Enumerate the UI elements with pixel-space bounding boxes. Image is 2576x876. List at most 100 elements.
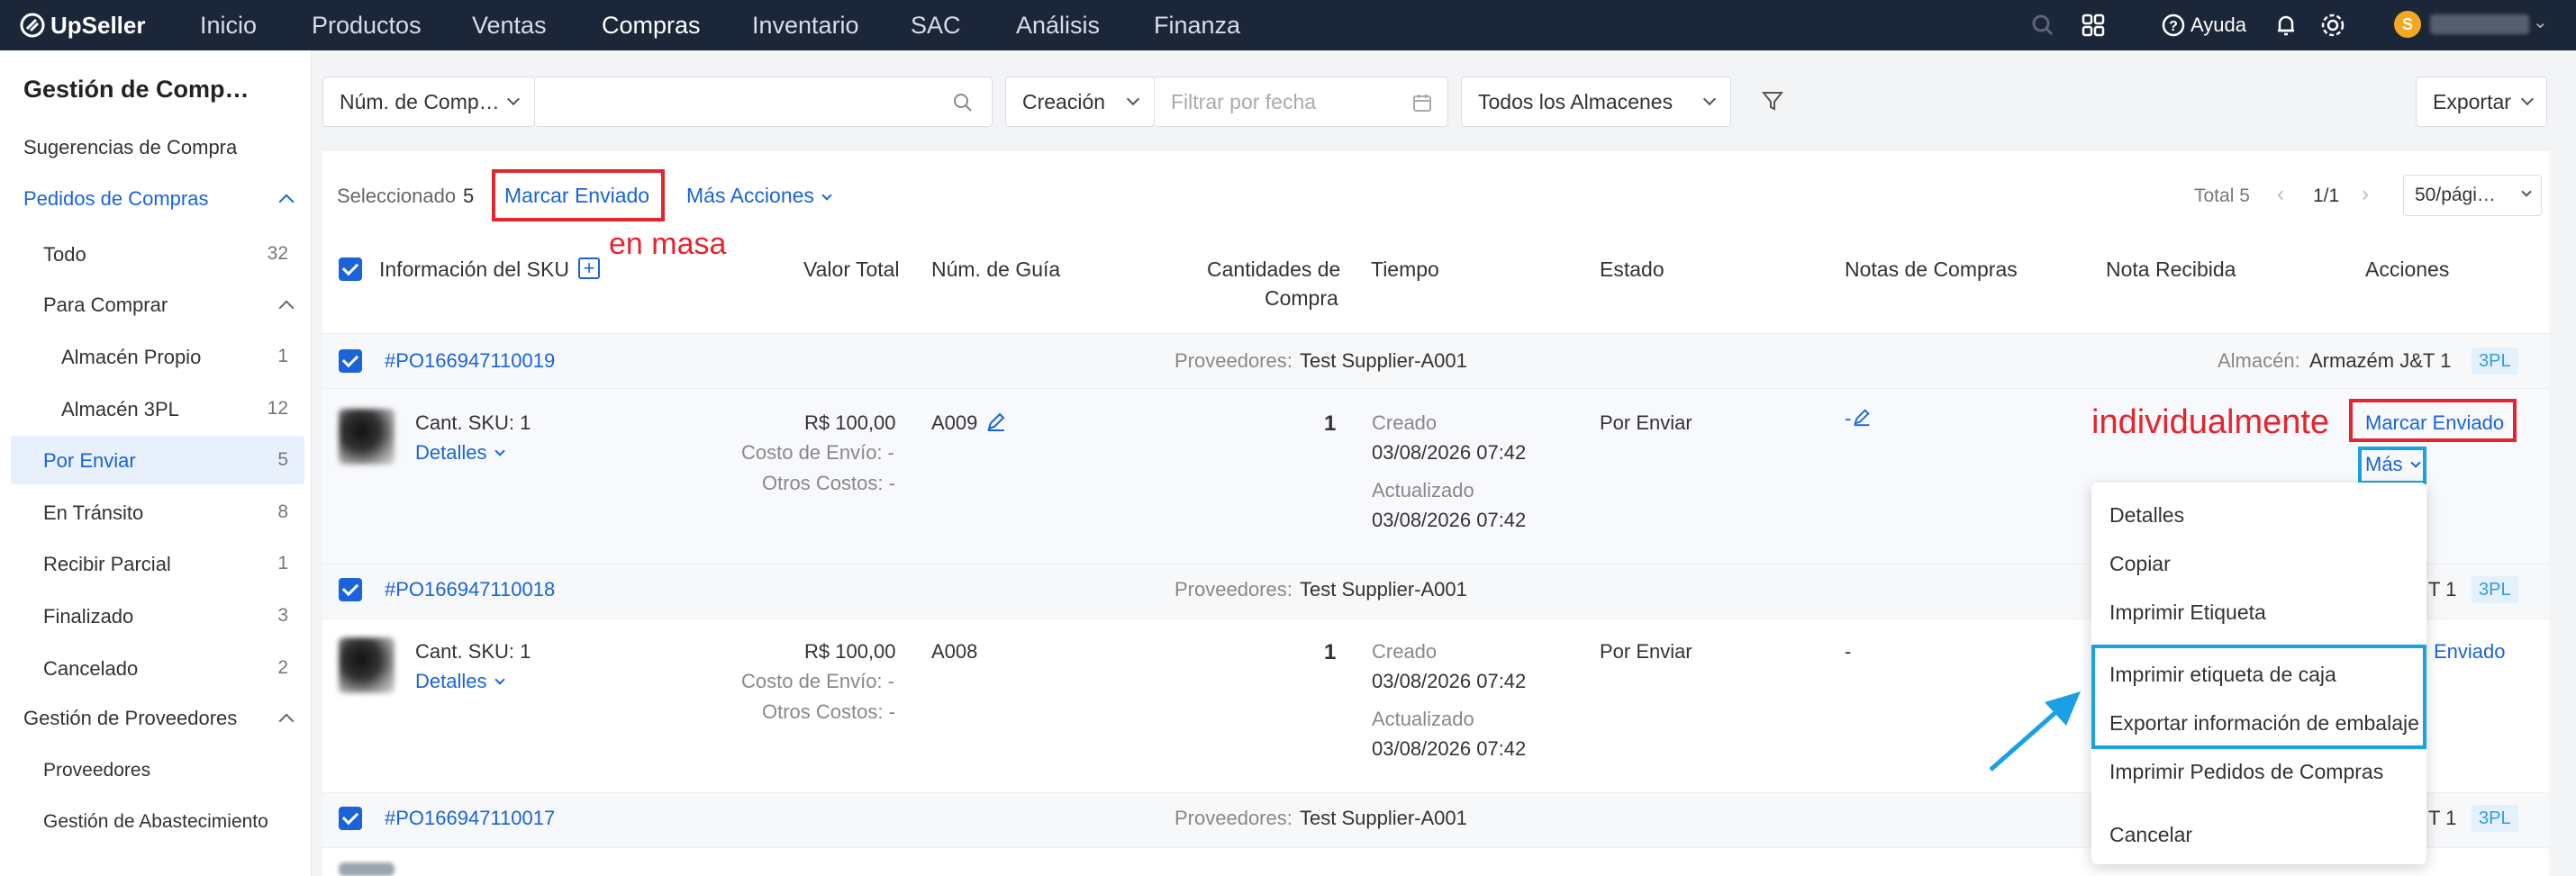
- purchase-qty: 1: [1324, 411, 1337, 436]
- blurred-search-icon[interactable]: [2028, 11, 2057, 40]
- upseller-logo-icon: [20, 13, 45, 38]
- selected-count: 5: [463, 185, 475, 207]
- sidebar-item-label: Cancelado: [43, 657, 139, 680]
- sidebar-item-recibir-parcial[interactable]: Recibir Parcial 1: [43, 553, 288, 576]
- row-checkbox[interactable]: [339, 807, 362, 830]
- tracking-number: A009: [931, 411, 978, 434]
- sidebar-item-sugerencias[interactable]: Sugerencias de Compra: [23, 136, 237, 159]
- page-size-select[interactable]: 50/pági…: [2403, 175, 2542, 216]
- sidebar-item-para-comprar[interactable]: Para Comprar: [43, 294, 168, 317]
- export-button[interactable]: Exportar: [2416, 77, 2547, 127]
- search-type-select[interactable]: Núm. de Comp…: [322, 77, 535, 127]
- updated-date: 03/08/2026 07:42: [1372, 737, 1527, 760]
- sidebar-group-pedidos[interactable]: Pedidos de Compras: [23, 187, 208, 211]
- edit-notes-icon[interactable]: [1852, 407, 1872, 427]
- order-id-link[interactable]: #PO166947110017: [385, 807, 555, 830]
- supplier-name: Test Supplier-A001: [1300, 578, 1467, 601]
- nav-compras[interactable]: Compras: [602, 0, 701, 50]
- row-checkbox[interactable]: [339, 578, 362, 601]
- created-date: 03/08/2026 07:42: [1372, 441, 1527, 464]
- sidebar-item-count: 32: [267, 243, 288, 264]
- total-value: R$ 100,00: [804, 411, 896, 434]
- sidebar-item-almacen-3pl[interactable]: Almacén 3PL 12: [61, 398, 288, 421]
- menu-item-detalles[interactable]: Detalles: [2109, 503, 2184, 528]
- expand-all-icon[interactable]: +: [578, 257, 600, 279]
- select-all-checkbox[interactable]: [339, 257, 362, 281]
- gear-icon[interactable]: [2318, 11, 2347, 40]
- menu-highlight-box: [2091, 645, 2426, 749]
- supplier-name: Test Supplier-A001: [1300, 807, 1467, 829]
- mark-sent-link[interactable]: Enviado: [2434, 640, 2506, 664]
- updated-label: Actualizado: [1372, 479, 1474, 501]
- search-input[interactable]: [535, 77, 993, 127]
- nav-analisis[interactable]: Análisis: [1016, 0, 1100, 50]
- updated-label: Actualizado: [1372, 708, 1474, 730]
- menu-item-cancelar[interactable]: Cancelar: [2109, 823, 2192, 847]
- apps-grid-icon[interactable]: [2079, 11, 2108, 40]
- row-checkbox[interactable]: [339, 349, 362, 373]
- sidebar-item-label: Finalizado: [43, 605, 134, 628]
- total-count: Total 5: [2194, 185, 2250, 206]
- warehouse-select[interactable]: Todos los Almacenes: [1461, 77, 1731, 127]
- sidebar-item-por-enviar[interactable]: Por Enviar 5: [43, 449, 288, 473]
- sidebar-item-label: En Tránsito: [43, 501, 144, 524]
- sidebar-item-finalizado[interactable]: Finalizado 3: [43, 605, 288, 628]
- edit-icon[interactable]: [985, 411, 1007, 432]
- supplier-name: Test Supplier-A001: [1300, 349, 1467, 372]
- sku-count: Cant. SKU: 1: [415, 640, 531, 663]
- col-tiempo: Tiempo: [1371, 257, 1439, 281]
- product-thumbnail: [339, 862, 395, 876]
- blurred-username[interactable]: [2430, 14, 2529, 34]
- sidebar-item-abastecimiento[interactable]: Gestión de Abastecimiento: [43, 811, 268, 833]
- order-id-link[interactable]: #PO166947110019: [385, 349, 555, 373]
- chevron-down-icon: [1702, 92, 1717, 106]
- warehouse-value: Todos los Almacenes: [1478, 90, 1673, 113]
- warehouse-name: T 1: [2428, 807, 2457, 829]
- details-toggle[interactable]: Detalles: [415, 441, 505, 465]
- nav-inicio[interactable]: Inicio: [200, 0, 257, 50]
- col-sku-info: Información del SKU: [379, 257, 569, 281]
- created-label: Creado: [1372, 640, 1438, 663]
- order-id-link[interactable]: #PO166947110018: [385, 578, 555, 601]
- filter-icon[interactable]: [1760, 88, 1785, 113]
- bell-icon[interactable]: [2272, 11, 2300, 40]
- sidebar-item-proveedores[interactable]: Proveedores: [43, 760, 150, 781]
- chevron-down-icon: [2521, 186, 2532, 197]
- sidebar-item-label: Recibir Parcial: [43, 553, 171, 575]
- brand-name: UpSeller: [50, 11, 146, 39]
- upseller-logo[interactable]: UpSeller: [20, 11, 146, 40]
- sidebar-group-proveedores[interactable]: Gestión de Proveedores: [23, 707, 237, 730]
- chevron-down-icon: [2520, 92, 2535, 106]
- next-page-icon[interactable]: ›: [2362, 182, 2369, 207]
- supplier-label: Proveedores:: [1175, 807, 1293, 829]
- sidebar-item-count: 2: [277, 657, 288, 678]
- sidebar-item-cancelado[interactable]: Cancelado 2: [43, 657, 288, 681]
- help-button[interactable]: ? Ayuda: [2162, 9, 2246, 41]
- sidebar-item-almacen-propio[interactable]: Almacén Propio 1: [61, 346, 288, 369]
- chevron-down-icon[interactable]: ⌄: [2533, 11, 2548, 33]
- tracking-number: A008: [931, 640, 978, 663]
- menu-item-imprimir-pedidos[interactable]: Imprimir Pedidos de Compras: [2109, 760, 2383, 784]
- nav-finanza[interactable]: Finanza: [1154, 0, 1240, 50]
- sidebar-item-todo[interactable]: Todo 32: [43, 243, 288, 266]
- col-estado: Estado: [1600, 257, 1664, 281]
- nav-sac[interactable]: SAC: [911, 0, 961, 50]
- sidebar-item-label: Almacén 3PL: [61, 398, 179, 420]
- nav-ventas[interactable]: Ventas: [472, 0, 547, 50]
- details-toggle[interactable]: Detalles: [415, 670, 505, 693]
- search-icon[interactable]: [952, 92, 974, 113]
- menu-item-copiar[interactable]: Copiar: [2109, 552, 2171, 576]
- other-costs: Otros Costos: -: [762, 700, 895, 723]
- nav-inventario[interactable]: Inventario: [752, 0, 859, 50]
- date-filter-input[interactable]: Filtrar por fecha: [1155, 77, 1448, 127]
- other-costs: Otros Costos: -: [762, 472, 895, 494]
- prev-page-icon[interactable]: ‹: [2277, 182, 2284, 207]
- user-avatar[interactable]: S: [2394, 11, 2421, 38]
- more-actions-button[interactable]: Más Acciones: [686, 184, 832, 208]
- col-cantidades-line2: Compra: [1265, 286, 1338, 310]
- sidebar-item-en-transito[interactable]: En Tránsito 8: [43, 501, 288, 525]
- date-type-select[interactable]: Creación: [1005, 77, 1155, 127]
- sidebar-item-count: 12: [267, 398, 288, 419]
- nav-productos[interactable]: Productos: [312, 0, 422, 50]
- menu-item-imprimir-etiqueta[interactable]: Imprimir Etiqueta: [2109, 601, 2266, 625]
